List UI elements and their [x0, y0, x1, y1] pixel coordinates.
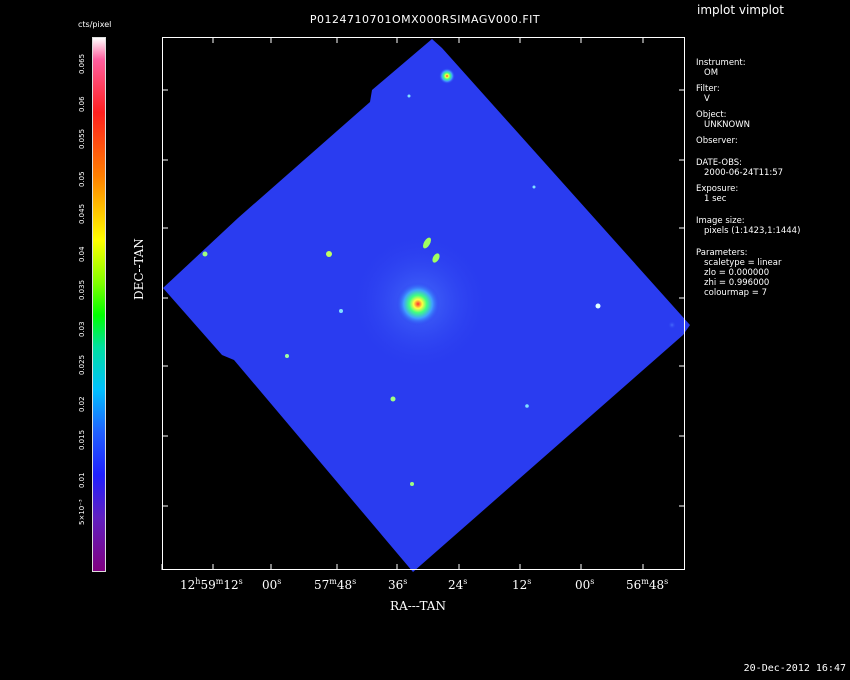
zhi-value: zhi = 0.996000 — [704, 278, 770, 288]
ra-tick-label: 56m48s — [626, 577, 669, 592]
timestamp: 20-Dec-2012 16:47 — [743, 663, 846, 674]
ra-tick-label: 24s — [448, 577, 468, 592]
date-obs-value: 2000-06-24T11:57 — [704, 168, 784, 178]
y-axis-label: DEC--TAN — [132, 238, 146, 300]
ra-tick-label: 00s — [575, 577, 595, 592]
parameters-label: Parameters: — [696, 248, 748, 258]
scaletype-value: scaletype = linear — [704, 258, 782, 268]
zlo-value: zlo = 0.000000 — [704, 268, 770, 278]
ra-tick-label: 36s — [388, 577, 408, 592]
ra-tick-label: 57m48s — [314, 577, 357, 592]
colourmap-value: colourmap = 7 — [704, 288, 767, 298]
x-axis-label: RA---TAN — [390, 599, 446, 613]
object-label: Object: — [696, 110, 727, 120]
date-obs-label: DATE-OBS: — [696, 158, 743, 168]
instrument-label: Instrument: — [696, 58, 746, 68]
observer-label: Observer: — [696, 136, 738, 146]
info-panel: Instrument: OM Filter: V Object: UNKNOWN… — [696, 58, 846, 298]
exposure-label: Exposure: — [696, 184, 739, 194]
object-value: UNKNOWN — [704, 120, 750, 130]
ra-tick-label: 12s — [512, 577, 532, 592]
instrument-value: OM — [704, 68, 719, 78]
filter-value: V — [704, 94, 710, 104]
ra-tick-label: 12h59m12s — [180, 577, 243, 592]
ra-tick-label: 00s — [262, 577, 282, 592]
filter-label: Filter: — [696, 84, 720, 94]
image-size-label: Image size: — [696, 216, 745, 226]
image-size-value: pixels (1:1423,1:1444) — [704, 226, 801, 236]
exposure-value: 1 sec — [704, 194, 727, 204]
plot-frame — [162, 37, 685, 570]
